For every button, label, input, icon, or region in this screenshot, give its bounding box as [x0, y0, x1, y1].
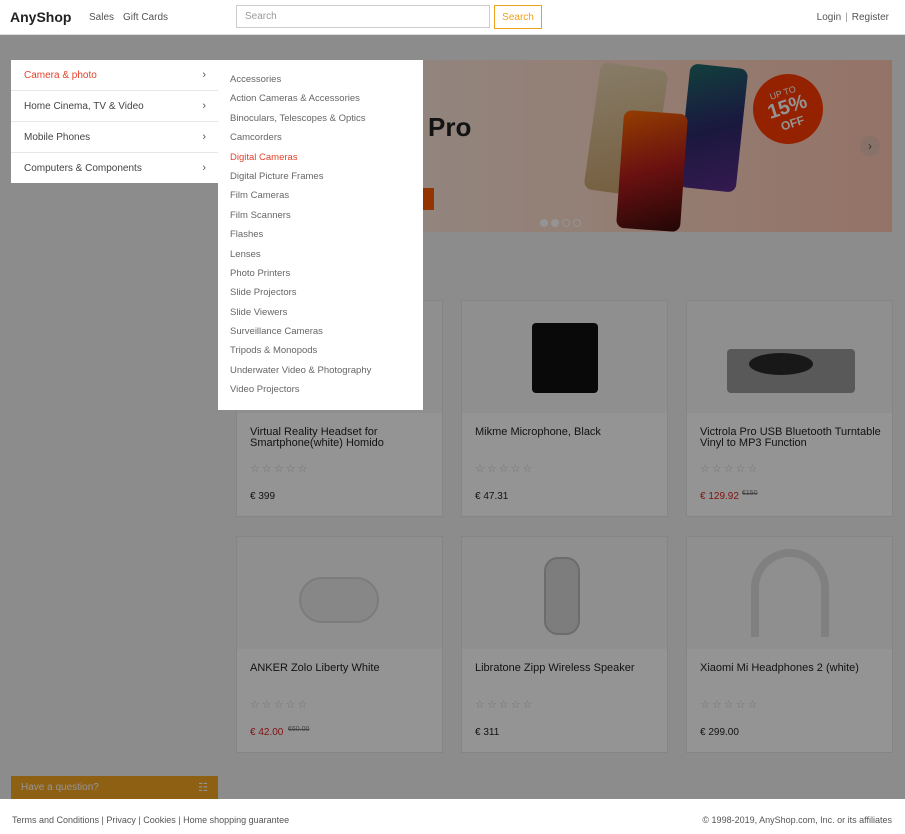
- footer: Terms and Conditions | Privacy | Cookies…: [0, 799, 905, 834]
- category-label: Computers & Components: [24, 163, 142, 174]
- category-label: Home Cinema, TV & Video: [24, 101, 144, 112]
- subcategory-item[interactable]: Video Projectors: [218, 384, 423, 403]
- auth-links: Login | Register: [817, 12, 889, 23]
- subcategory-item[interactable]: Film Scanners: [218, 210, 423, 229]
- category-item-home-cinema[interactable]: Home Cinema, TV & Video ›: [11, 91, 218, 122]
- subcategory-item[interactable]: Accessories: [218, 74, 423, 93]
- subcategory-item[interactable]: Lenses: [218, 249, 423, 268]
- nav-link-gift-cards[interactable]: Gift Cards: [123, 12, 168, 23]
- subcategory-item[interactable]: Action Cameras & Accessories: [218, 93, 423, 112]
- subcategory-item[interactable]: Film Cameras: [218, 190, 423, 209]
- subcategory-item[interactable]: Camcorders: [218, 132, 423, 151]
- register-link[interactable]: Register: [852, 12, 889, 23]
- category-item-mobile-phones[interactable]: Mobile Phones ›: [11, 122, 218, 153]
- auth-separator: |: [845, 12, 848, 23]
- category-menu: Camera & photo › Home Cinema, TV & Video…: [11, 60, 218, 183]
- subcategory-item[interactable]: Slide Viewers: [218, 307, 423, 326]
- subcategory-item[interactable]: Surveillance Cameras: [218, 326, 423, 345]
- copyright: © 1998-2019, AnyShop.com, Inc. or its af…: [702, 815, 892, 825]
- subcategory-item[interactable]: Flashes: [218, 229, 423, 248]
- chevron-right-icon: ›: [202, 69, 206, 81]
- subcategory-menu: Accessories Action Cameras & Accessories…: [218, 60, 423, 410]
- header: AnyShop Sales Gift Cards Search Login | Re…: [0, 0, 905, 35]
- chevron-right-icon: ›: [202, 131, 206, 143]
- logo[interactable]: AnyShop: [10, 9, 71, 25]
- subcategory-item[interactable]: Digital Picture Frames: [218, 171, 423, 190]
- subcategory-item[interactable]: Tripods & Monopods: [218, 345, 423, 364]
- search-button[interactable]: Search: [494, 5, 542, 29]
- chevron-right-icon: ›: [202, 100, 206, 112]
- search-input[interactable]: [236, 5, 490, 28]
- category-label: Mobile Phones: [24, 132, 91, 143]
- subcategory-item[interactable]: Slide Projectors: [218, 287, 423, 306]
- login-link[interactable]: Login: [817, 12, 841, 23]
- category-item-computers[interactable]: Computers & Components ›: [11, 153, 218, 183]
- category-item-camera-photo[interactable]: Camera & photo ›: [11, 60, 218, 91]
- subcategory-item[interactable]: Binoculars, Telescopes & Optics: [218, 113, 423, 132]
- footer-links[interactable]: Terms and Conditions | Privacy | Cookies…: [12, 815, 289, 825]
- chevron-right-icon: ›: [202, 162, 206, 174]
- subcategory-item-active[interactable]: Digital Cameras: [218, 152, 423, 171]
- subcategory-item[interactable]: Photo Printers: [218, 268, 423, 287]
- nav-link-sales[interactable]: Sales: [89, 12, 114, 23]
- subcategory-item[interactable]: Underwater Video & Photography: [218, 365, 423, 384]
- category-label: Camera & photo: [24, 70, 97, 81]
